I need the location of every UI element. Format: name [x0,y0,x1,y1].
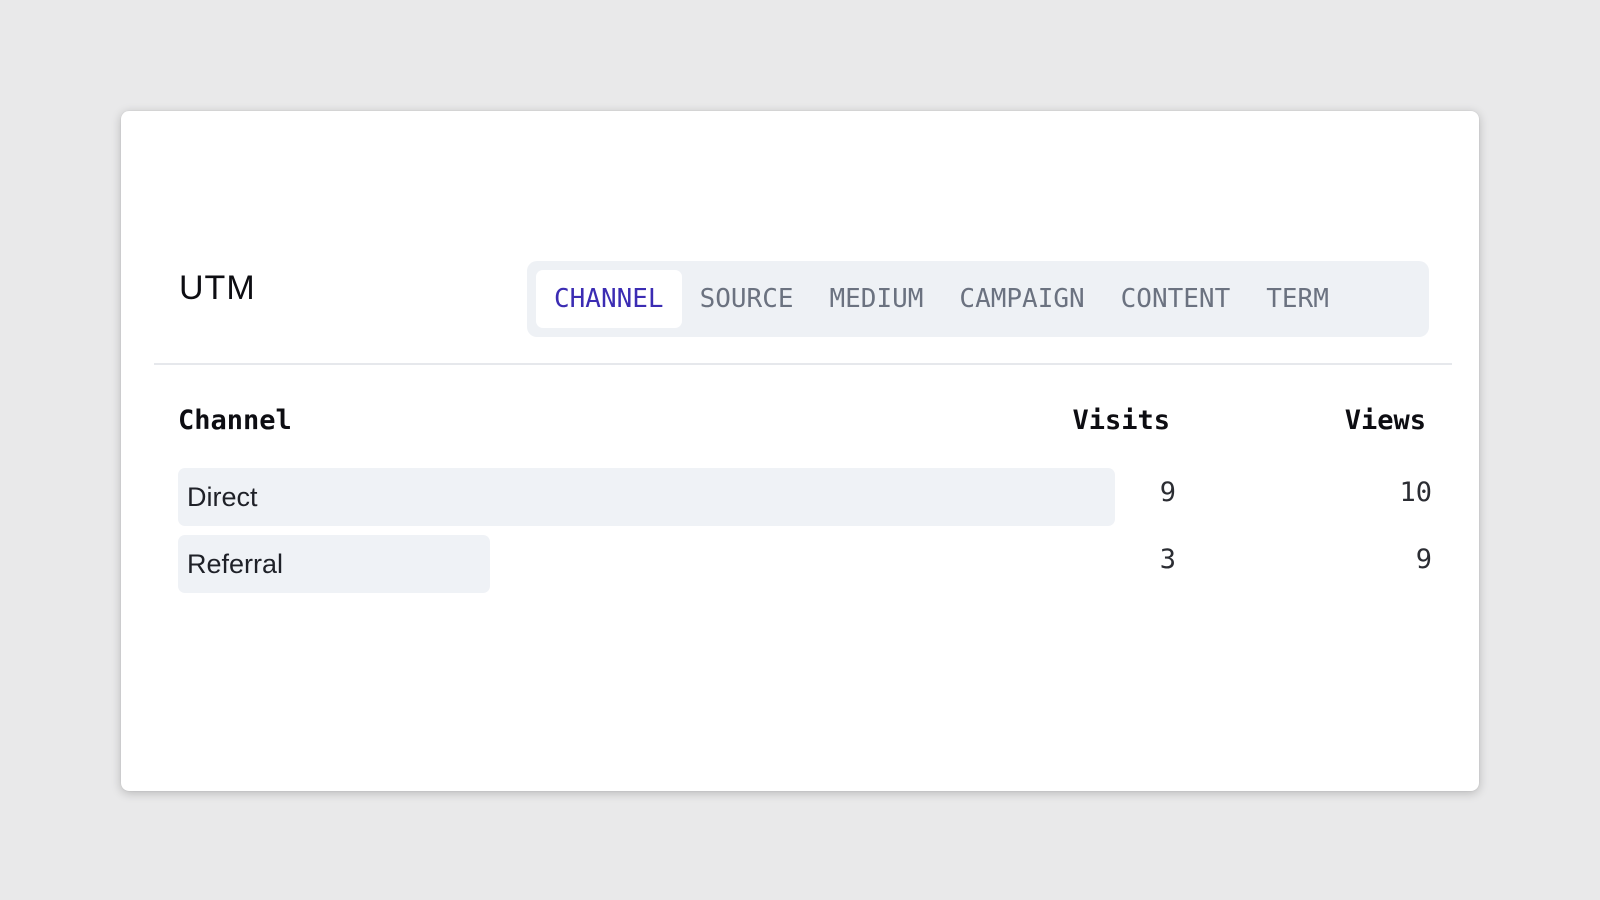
row-channel-label: Referral [187,549,284,579]
row-visits-value: 3 [1159,544,1176,575]
column-header-channel: Channel [178,405,292,436]
table-row[interactable]: Referral 3 9 [178,535,1432,595]
utm-card: UTM CHANNEL SOURCE MEDIUM CAMPAIGN CONTE… [121,111,1479,791]
card-title: UTM [179,269,256,307]
row-visits-value: 9 [1159,477,1176,508]
tab-campaign[interactable]: CAMPAIGN [941,270,1102,328]
table-row[interactable]: Direct 9 10 [178,468,1432,528]
row-views-value: 10 [1399,477,1432,508]
tab-source[interactable]: SOURCE [682,270,812,328]
row-views-value: 9 [1415,544,1432,575]
column-header-visits: Visits [1072,405,1170,436]
header-divider [154,363,1452,365]
column-header-views: Views [1344,405,1426,436]
tab-channel[interactable]: CHANNEL [536,270,682,328]
tab-term[interactable]: TERM [1248,270,1347,328]
row-channel-label: Direct [187,482,258,512]
tab-medium[interactable]: MEDIUM [812,270,942,328]
tab-content[interactable]: CONTENT [1103,270,1249,328]
row-bar [178,468,1115,526]
utm-tabs: CHANNEL SOURCE MEDIUM CAMPAIGN CONTENT T… [527,261,1429,337]
